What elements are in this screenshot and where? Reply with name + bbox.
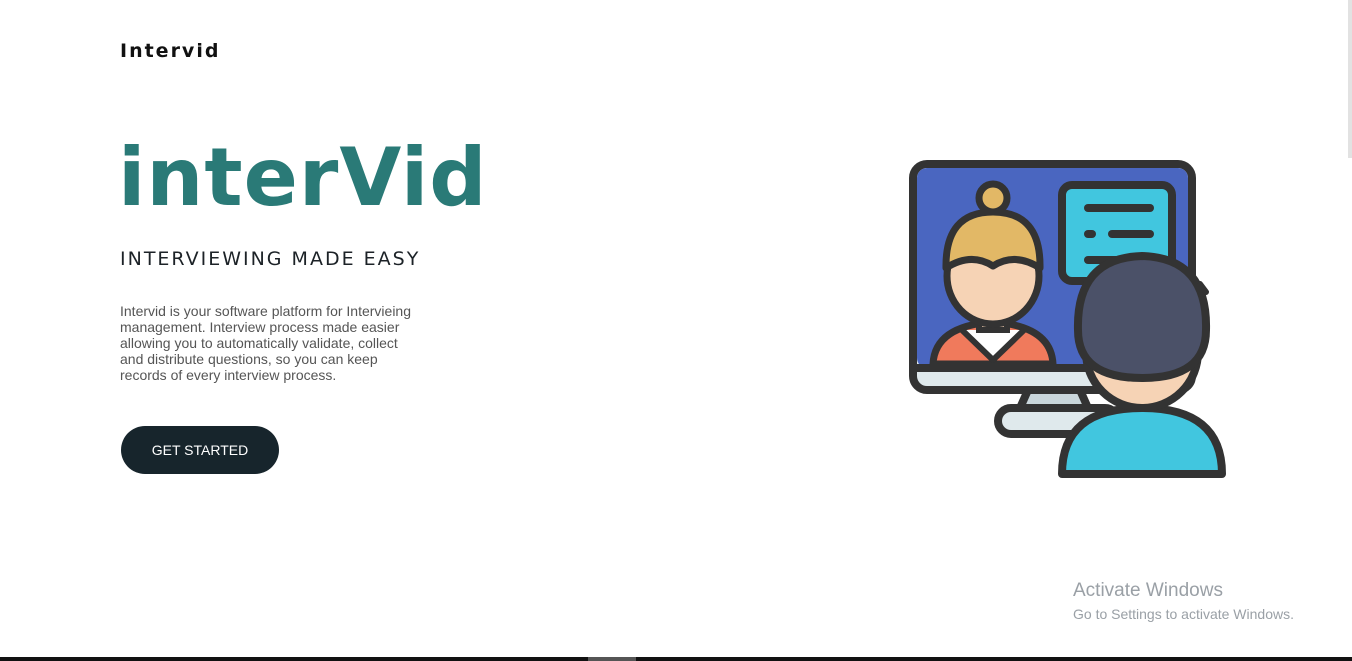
get-started-button[interactable]: GET STARTED: [121, 426, 279, 474]
brand-logo[interactable]: Intervid: [120, 40, 220, 62]
taskbar-edge: [0, 657, 1352, 661]
hero-description: Intervid is your software platform for I…: [120, 303, 412, 383]
watermark-subtitle: Go to Settings to activate Windows.: [1073, 606, 1294, 622]
video-interview-illustration: [909, 160, 1226, 478]
hero-tagline: INTERVIEWING MADE EASY: [120, 248, 421, 270]
hero-title: interVid: [118, 131, 488, 224]
windows-activation-watermark: Activate Windows Go to Settings to activ…: [1073, 580, 1294, 622]
horizontal-scroll-thumb[interactable]: [588, 657, 636, 661]
watermark-title: Activate Windows: [1073, 580, 1223, 601]
candidate-avatar: [1058, 251, 1226, 478]
vertical-scrollbar[interactable]: [1348, 0, 1352, 158]
